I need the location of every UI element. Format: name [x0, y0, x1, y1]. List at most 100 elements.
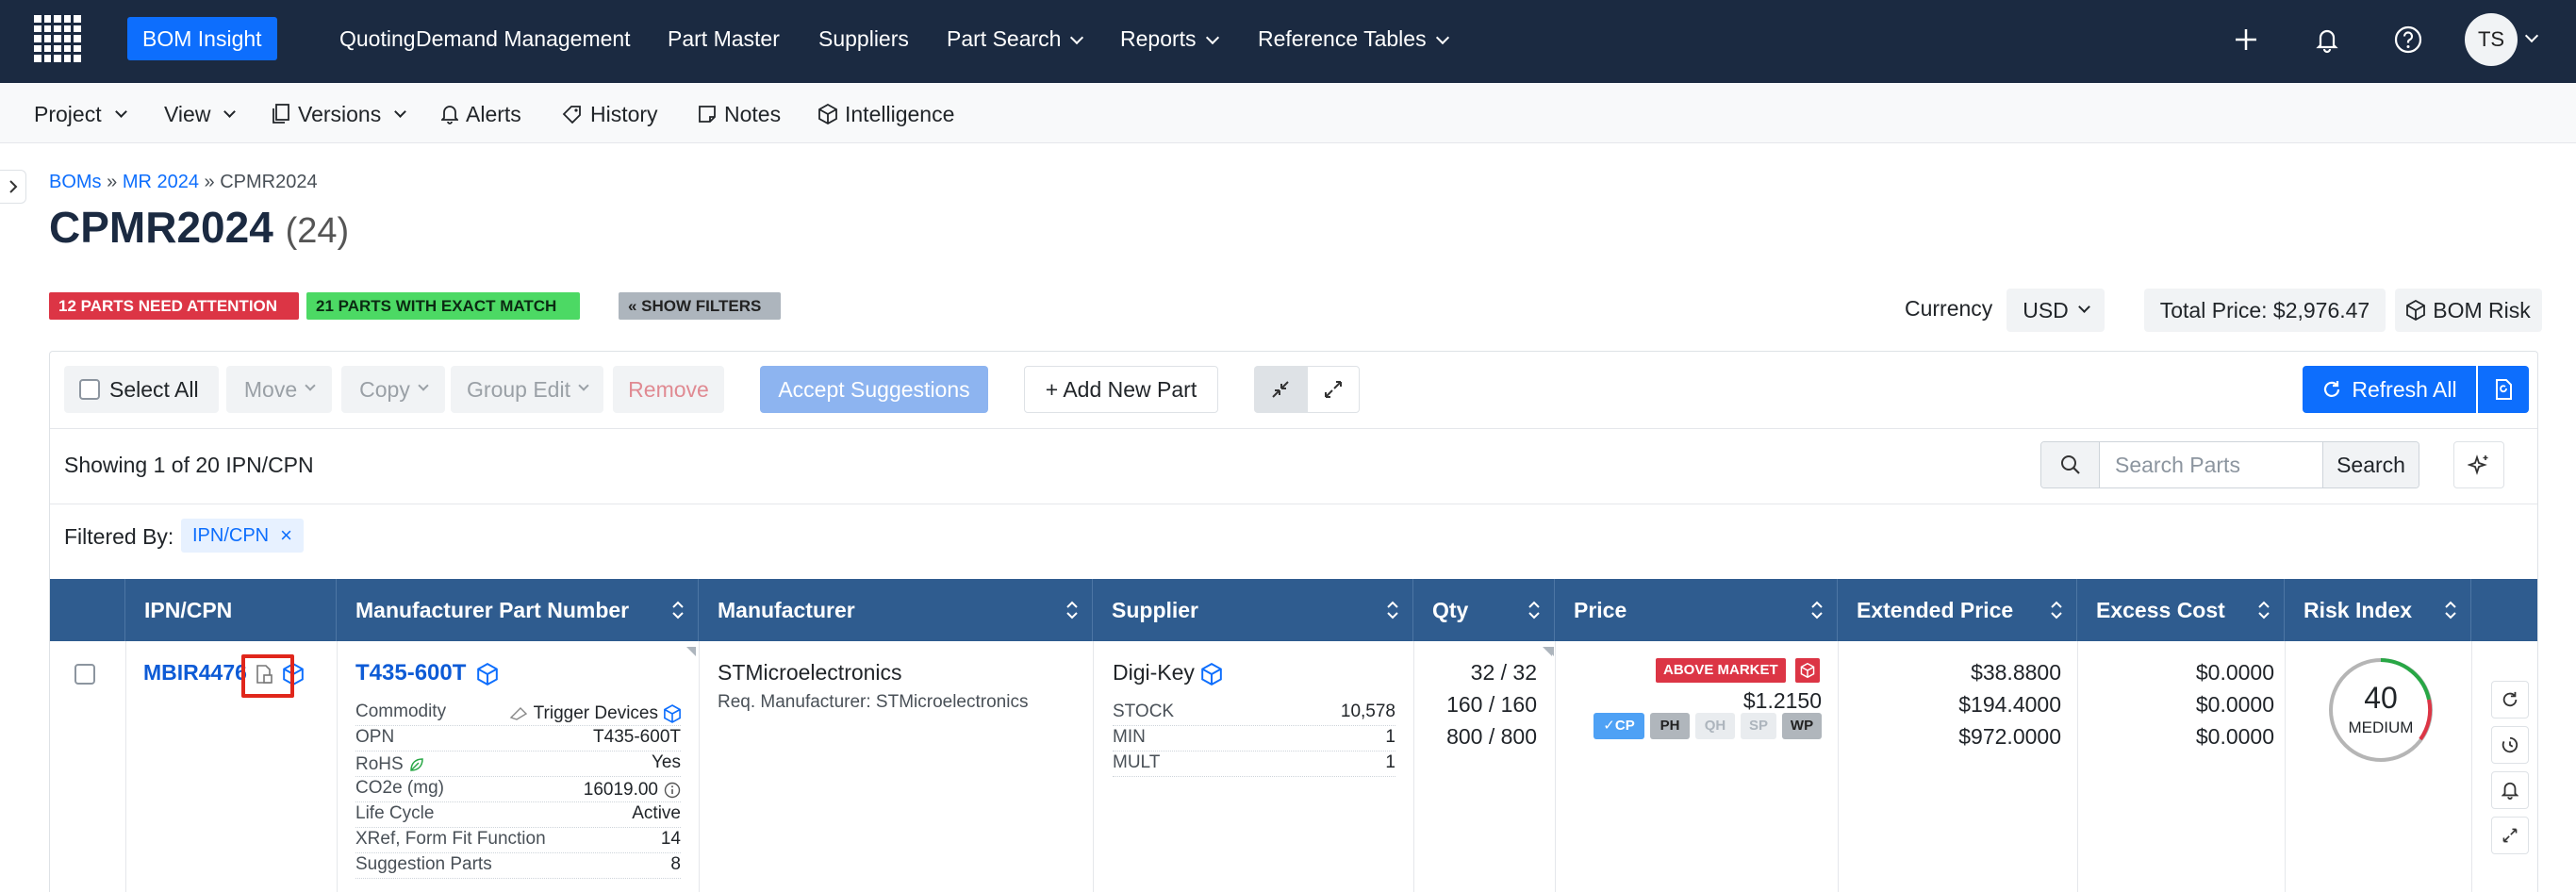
accept-suggestions-button[interactable]: Accept Suggestions	[760, 366, 988, 413]
th-mpn[interactable]: Manufacturer Part Number	[337, 579, 699, 641]
menu-alerts[interactable]: Alerts	[441, 98, 521, 130]
row-alert-button[interactable]	[2491, 771, 2529, 809]
showing-count: Showing 1 of 20 IPN/CPN	[64, 453, 314, 477]
sort-icon	[2445, 601, 2456, 619]
plus-icon[interactable]	[2223, 17, 2269, 62]
parts-attention-badge[interactable]: 12 PARTS NEED ATTENTION	[49, 292, 299, 320]
refresh-options-button[interactable]	[2478, 366, 2529, 413]
th-risk-index[interactable]: Risk Index	[2285, 579, 2471, 641]
cube-icon	[818, 104, 837, 124]
move-button[interactable]: Move	[226, 366, 332, 413]
expand-rows-button[interactable]	[1307, 366, 1360, 413]
show-filters-button[interactable]: « SHOW FILTERS	[619, 292, 781, 320]
breadcrumb-boms[interactable]: BOMs	[49, 172, 102, 192]
nav-part-search-label: Part Search	[947, 26, 1062, 51]
nav-part-master[interactable]: Part Master	[652, 17, 795, 60]
column-divider	[2077, 641, 2078, 892]
filter-chip-label: IPN/CPN	[192, 524, 270, 546]
th-manufacturer[interactable]: Manufacturer	[699, 579, 1093, 641]
filter-chip-ipn-cpn[interactable]: IPN/CPN ×	[181, 519, 304, 553]
refresh-all-button[interactable]: Refresh All	[2303, 366, 2476, 413]
row-expand-button[interactable]	[2491, 817, 2529, 854]
select-all-button[interactable]: Select All	[64, 366, 219, 413]
remove-button[interactable]: Remove	[613, 366, 724, 413]
nav-demand-management[interactable]: Demand Management	[401, 17, 646, 60]
attr-key: OPN	[355, 727, 395, 747]
th-qty[interactable]: Qty	[1413, 579, 1555, 641]
price-tag-sp[interactable]: SP	[1741, 713, 1776, 739]
collapse-rows-button[interactable]	[1254, 366, 1307, 413]
row-history-button[interactable]	[2491, 726, 2529, 764]
sort-icon	[2051, 601, 2062, 619]
price-tag-qh[interactable]: QH	[1695, 713, 1735, 739]
add-new-part-button[interactable]: + Add New Part	[1024, 366, 1218, 413]
highlight-annotation	[241, 654, 294, 698]
group-edit-button[interactable]: Group Edit	[451, 366, 603, 413]
cube-icon[interactable]	[664, 703, 681, 723]
menu-view[interactable]: View	[164, 98, 237, 130]
menu-project[interactable]: Project	[34, 98, 127, 130]
user-avatar[interactable]: TS	[2465, 13, 2518, 66]
row-refresh-button[interactable]	[2491, 681, 2529, 719]
supplier-name[interactable]: Digi-Key	[1113, 660, 1195, 686]
search-button[interactable]: Search	[2322, 442, 2419, 487]
close-icon[interactable]: ×	[280, 523, 292, 548]
versions-icon	[272, 104, 289, 124]
leaf-icon	[409, 757, 423, 771]
app-grid-logo-icon[interactable]	[34, 15, 81, 62]
attr-key: XRef, Form Fit Function	[355, 829, 546, 849]
bom-risk-button[interactable]: BOM Risk	[2395, 289, 2542, 332]
cube-icon[interactable]	[477, 663, 498, 686]
th-price[interactable]: Price	[1555, 579, 1838, 641]
search-parts-input[interactable]: Search Parts	[2100, 442, 2322, 487]
th-supplier[interactable]: Supplier	[1093, 579, 1413, 641]
price-alert-button[interactable]	[1795, 658, 1820, 683]
info-icon[interactable]	[664, 782, 681, 799]
exact-match-badge[interactable]: 21 PARTS WITH EXACT MATCH	[306, 292, 580, 320]
menu-notes[interactable]: Notes	[698, 98, 781, 130]
th-qty-label: Qty	[1432, 598, 1469, 622]
menu-history[interactable]: History	[562, 98, 658, 130]
column-divider	[2471, 641, 2472, 892]
excess-cost-value: $0.0000	[2195, 724, 2274, 749]
column-divider	[1093, 641, 1094, 892]
th-excess-cost[interactable]: Excess Cost	[2077, 579, 2285, 641]
menu-intelligence[interactable]: Intelligence	[818, 98, 954, 130]
th-extended-price[interactable]: Extended Price	[1838, 579, 2077, 641]
mpn-link[interactable]: T435-600T	[355, 660, 466, 686]
divider	[50, 428, 2537, 429]
th-manufacturer-label: Manufacturer	[718, 598, 855, 622]
price-tag-cp[interactable]: ✓CP	[1593, 713, 1644, 739]
breadcrumb-mr-2024[interactable]: MR 2024	[123, 172, 199, 192]
row-checkbox[interactable]	[74, 664, 95, 685]
copy-button[interactable]: Copy	[341, 366, 445, 413]
nav-suppliers[interactable]: Suppliers	[803, 17, 924, 60]
ai-sparkle-button[interactable]	[2453, 441, 2504, 488]
history-icon	[562, 106, 581, 124]
th-excess-cost-label: Excess Cost	[2096, 598, 2225, 622]
supplier-stock: STOCK 10,578	[1113, 702, 1395, 726]
cube-icon[interactable]	[1201, 663, 1222, 686]
chevron-down-icon[interactable]	[2524, 28, 2539, 49]
breadcrumb-separator: »	[204, 172, 215, 192]
page-title-count: (24)	[285, 211, 350, 251]
bell-icon[interactable]	[2304, 17, 2350, 62]
nav-bom-insight[interactable]: BOM Insight	[127, 17, 277, 60]
attr-rohs: RoHS Yes	[355, 752, 681, 777]
th-ipn-cpn[interactable]: IPN/CPN	[125, 579, 337, 641]
nav-reference-tables[interactable]: Reference Tables	[1243, 17, 1462, 60]
menu-versions[interactable]: Versions	[272, 98, 407, 130]
attr-value: Trigger Devices	[533, 702, 658, 723]
ipn-link[interactable]: MBIR4476	[143, 660, 247, 686]
sidebar-toggle[interactable]	[0, 170, 26, 204]
select-all-checkbox[interactable]	[79, 379, 100, 400]
currency-select[interactable]: USD	[2006, 289, 2105, 332]
chevron-down-icon	[1435, 30, 1449, 45]
price-tag-wp[interactable]: WP	[1782, 713, 1822, 739]
price-tag-ph[interactable]: PH	[1650, 713, 1690, 739]
sort-icon	[2258, 601, 2270, 619]
nav-part-search[interactable]: Part Search	[932, 17, 1097, 60]
help-icon[interactable]	[2386, 17, 2431, 62]
nav-reports[interactable]: Reports	[1105, 17, 1232, 60]
breadcrumb-current: CPMR2024	[220, 172, 318, 192]
